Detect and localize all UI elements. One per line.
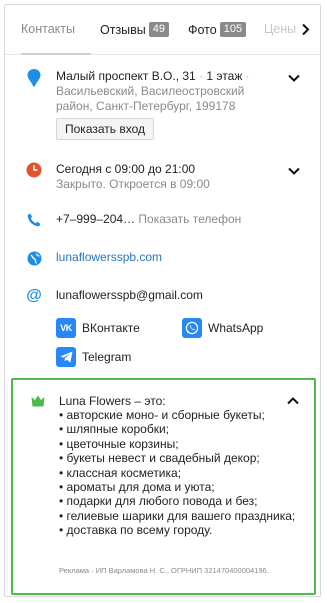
hours-text: Сегодня с 09:00 до 21:00 Закрыто. Открое… xyxy=(56,162,284,192)
promo-collapse-button[interactable] xyxy=(286,394,300,408)
address-separator-trailing: · xyxy=(245,69,250,83)
promo-item: • доставка по всему городу. xyxy=(59,523,213,538)
map-pin-icon xyxy=(25,69,43,87)
globe-icon xyxy=(25,249,43,267)
promo-item: • авторские моно- и сборные букеты; xyxy=(59,408,265,422)
tabs-scroll-right-button[interactable] xyxy=(296,19,314,39)
phone-text: +7–999–204… Показать телефон xyxy=(56,212,284,227)
chevron-right-icon xyxy=(301,23,309,35)
email-row: @ lunaflowersspb@gmail.com xyxy=(5,287,320,309)
phone-row: +7–999–204… Показать телефон xyxy=(5,211,320,233)
whatsapp-link[interactable]: WhatsApp xyxy=(182,318,263,338)
vk-link[interactable]: VK ВКонтакте xyxy=(56,318,140,338)
email-link[interactable]: lunaflowersspb@gmail.com xyxy=(56,288,284,303)
vk-label: ВКонтакте xyxy=(82,321,140,335)
promo-title: Luna Flowers – это: xyxy=(59,394,166,408)
telegram-label: Telegram xyxy=(82,350,132,364)
chevron-down-icon xyxy=(288,74,300,82)
website-row: lunaflowersspb.com xyxy=(5,249,320,271)
telegram-icon xyxy=(56,347,76,367)
promo-item: • цветочные корзины; xyxy=(59,436,179,451)
promo-item: • гелиевые шарики для вашего праздника; xyxy=(59,508,296,523)
address-district: Васильевский, Василеостровский район, Са… xyxy=(56,84,245,113)
promo-item: • букеты невест и свадебный декор; xyxy=(59,451,260,466)
hours-expand-button[interactable] xyxy=(287,164,301,178)
promo-item: • ароматы для дома и уюта; xyxy=(59,480,215,495)
tab-reviews-label: Отзывы xyxy=(100,22,146,37)
promo-item: • подарки для любого повода и без; xyxy=(59,494,258,509)
reviews-count-badge: 49 xyxy=(148,22,170,37)
chevron-down-icon xyxy=(288,167,300,175)
promo-item: • классная косметика; xyxy=(59,465,182,480)
address-floor: 1 этаж xyxy=(206,69,243,83)
vk-icon: VK xyxy=(56,318,76,338)
hours-row: Сегодня с 09:00 до 21:00 Закрыто. Открое… xyxy=(5,160,320,196)
address-row: Малый проспект В.О., 31 · 1 этаж · Васил… xyxy=(5,67,320,147)
address-line1: Малый проспект В.О., 31 xyxy=(56,69,196,83)
at-sign-icon: @ xyxy=(26,287,42,304)
clock-icon xyxy=(25,161,43,179)
address-expand-button[interactable] xyxy=(287,71,301,85)
promo-item: • шляпные коробки; xyxy=(59,422,169,437)
photos-count-badge: 105 xyxy=(219,22,247,37)
tab-contacts[interactable]: Контакты xyxy=(21,22,75,36)
tab-contacts-label: Контакты xyxy=(21,22,75,36)
active-tab-indicator xyxy=(21,53,91,55)
chevron-up-icon xyxy=(287,397,299,405)
tab-prices-label: Цены xyxy=(264,22,297,36)
phone-icon xyxy=(25,211,43,229)
tab-photos[interactable]: Фото 105 xyxy=(188,22,247,37)
crown-icon xyxy=(31,394,45,407)
website-link[interactable]: lunaflowersspb.com xyxy=(56,250,284,265)
address-text: Малый проспект В.О., 31 · 1 этаж · Васил… xyxy=(56,69,284,114)
promo-footer: Реклама · ИП Варламова Н. С., ОГРНИП 321… xyxy=(59,566,269,575)
show-entrance-button[interactable]: Показать вход xyxy=(56,118,154,140)
show-phone-link[interactable]: Показать телефон xyxy=(138,212,241,226)
promo-block: Luna Flowers – это: • авторские моно- и … xyxy=(11,378,316,595)
telegram-link[interactable]: Telegram xyxy=(56,347,131,367)
tab-prices[interactable]: Цены xyxy=(264,22,296,36)
tab-bar: Контакты Отзывы 49 Фото 105 Цены xyxy=(5,5,320,55)
hours-today: Сегодня с 09:00 до 21:00 xyxy=(56,162,196,176)
organization-card: Контакты Отзывы 49 Фото 105 Цены Малый п… xyxy=(4,4,321,597)
whatsapp-label: WhatsApp xyxy=(208,321,264,335)
tab-photos-label: Фото xyxy=(188,22,217,37)
promo-list: • авторские моно- и сборные букеты; • шл… xyxy=(59,408,309,538)
phone-number: +7–999–204… xyxy=(56,212,136,226)
tab-reviews[interactable]: Отзывы 49 xyxy=(100,22,170,37)
hours-status: Закрыто. Откроется в 09:00 xyxy=(56,177,210,191)
whatsapp-icon xyxy=(182,318,202,338)
